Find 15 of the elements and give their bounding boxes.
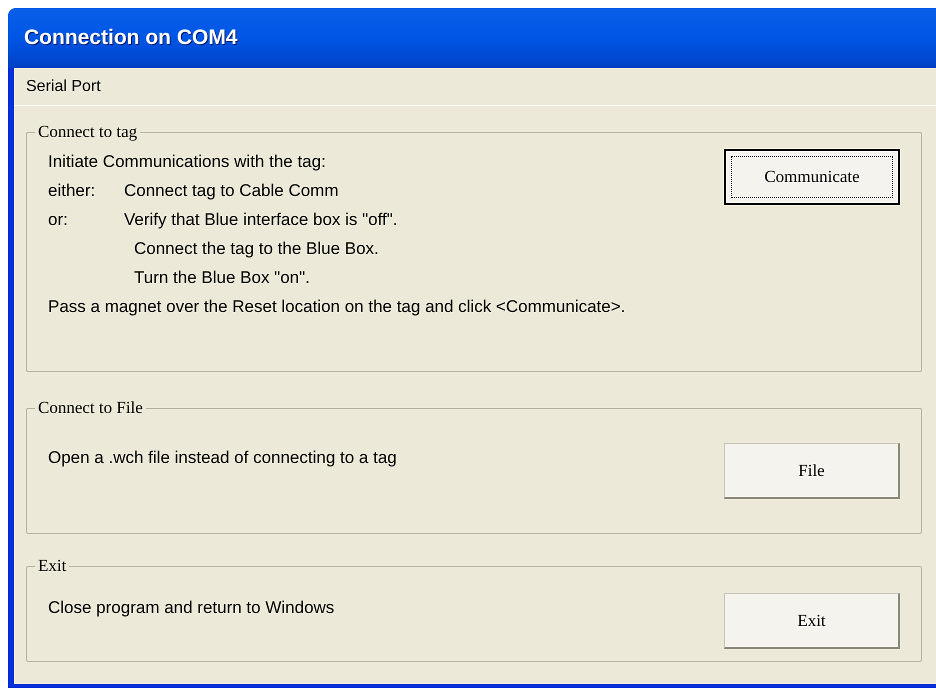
dialog-button[interactable]: Communicate [724, 149, 900, 205]
instruction-label: either: [48, 180, 96, 202]
instruction-text: Turn the Blue Box "on". [134, 266, 310, 289]
instruction-text: Initiate Communications with the tag: [48, 150, 326, 173]
instruction-text: Connect the tag to the Blue Box. [134, 238, 379, 260]
menu-item[interactable]: Serial Port [24, 74, 103, 98]
instruction-label: or: [48, 208, 69, 231]
instruction-text: Verify that Blue interface box is "off". [124, 208, 398, 231]
dialog-button[interactable]: File [724, 443, 900, 499]
instruction-text: Close program and return to Windows [48, 596, 334, 619]
dialog-button[interactable]: Exit [724, 593, 900, 649]
window-title: Connection on COM4 [24, 25, 238, 52]
instruction-text: Pass a magnet over the Reset location on the tag and click <Communicate>. [48, 296, 626, 318]
instruction-text: Connect tag to Cable Comm [124, 180, 338, 202]
instruction-text: Open a .wch file instead of connecting to a tag [48, 446, 397, 469]
